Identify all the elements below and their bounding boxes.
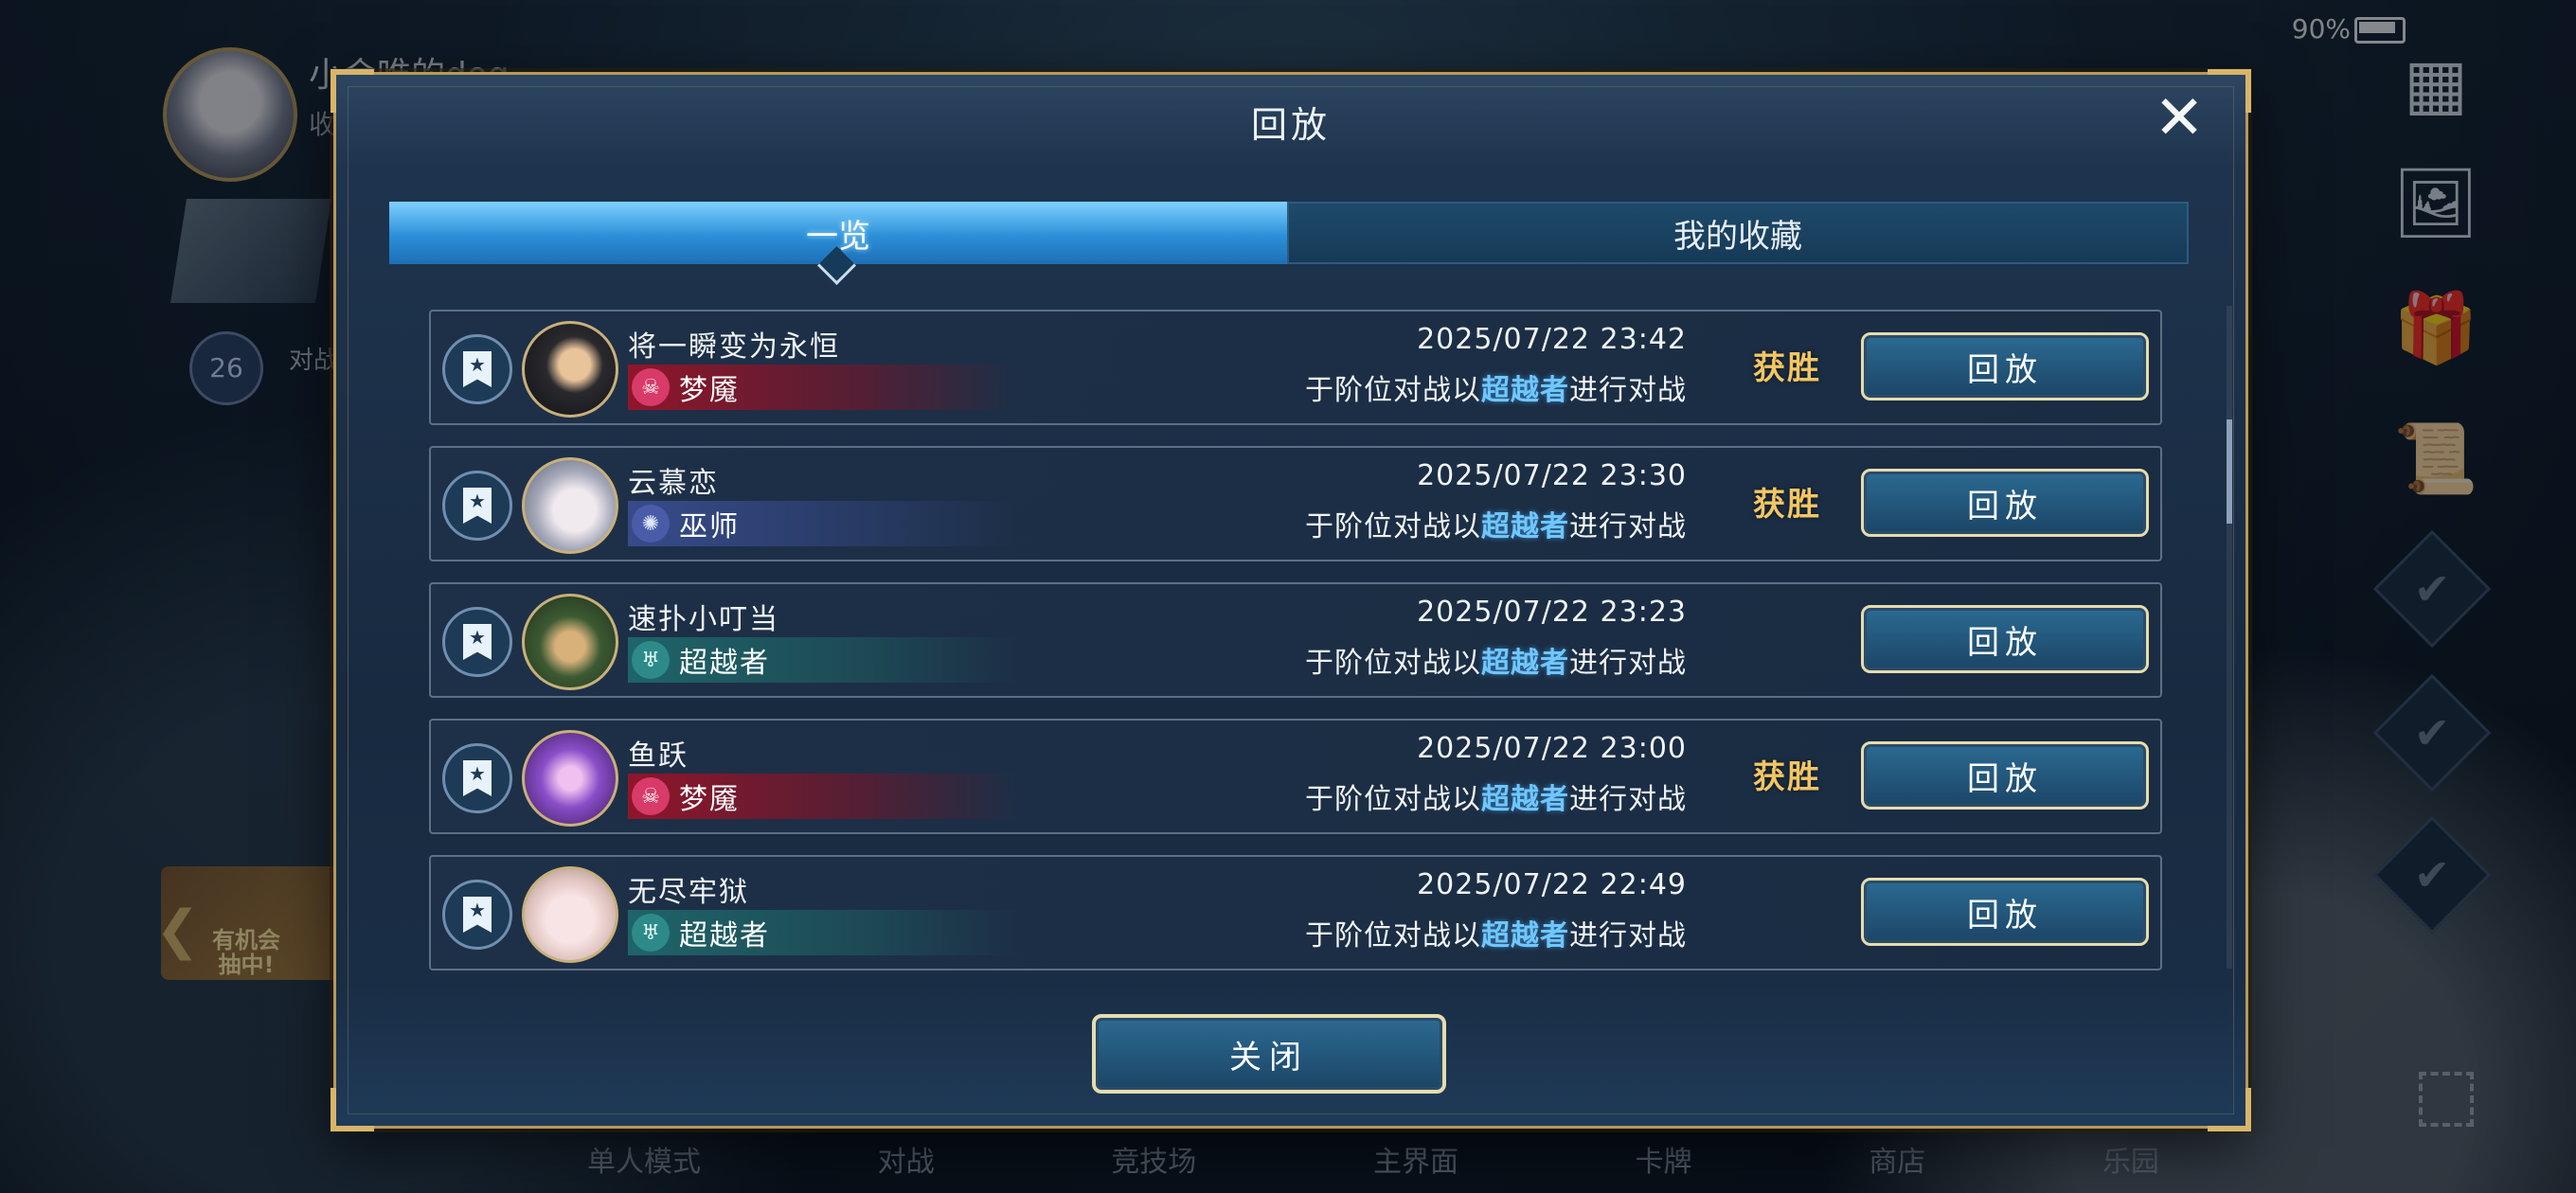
match-list: ★ 将一瞬变为永恒 ☠ 梦魇 2025/07/22 23:42 于阶位对战以超越… [429,310,2162,991]
bookmark-star-icon: ★ [463,624,492,660]
bookmark-star-icon: ★ [463,760,492,796]
nightmare-class-icon: ☠ [632,777,670,815]
mode-suffix: 进行对战 [1569,783,1687,816]
match-date: 2025/07/22 22:49 [1417,868,1687,901]
match-row: ★ 无尽牢狱 ♅ 超越者 2025/07/22 22:49 于阶位对战以超越者进… [429,855,2162,970]
match-date: 2025/07/22 23:42 [1417,323,1687,356]
opponent-name: 无尽牢狱 [628,876,749,909]
transcend-class-icon: ♅ [632,914,670,952]
close-button[interactable]: 关闭 [1092,1014,1446,1094]
my-class: 超越者 [1481,647,1569,680]
match-row: ★ 鱼跃 ☠ 梦魇 2025/07/22 23:00 于阶位对战以超越者进行对战… [429,719,2162,834]
match-description: 于阶位对战以超越者进行对战 [1305,775,1687,817]
match-result: 获胜 [1753,486,1821,524]
match-result: 获胜 [1753,758,1821,796]
opponent-name: 将一瞬变为永恒 [628,330,840,364]
my-class: 超越者 [1481,510,1569,543]
my-class: 超越者 [1481,783,1569,816]
mode-suffix: 进行对战 [1569,647,1687,680]
match-date: 2025/07/22 23:00 [1417,732,1687,765]
mode-suffix: 进行对战 [1569,510,1687,543]
opponent-class-name: 梦魇 [679,374,740,407]
opponent-class-name: 梦魇 [679,783,740,816]
opponent-class-tag: ♅ 超越者 [628,910,1016,955]
replay-button[interactable]: 回放 [1861,878,2149,946]
opponent-avatar [522,457,618,554]
nightmare-class-icon: ☠ [632,368,670,406]
opponent-name: 速扑小叮当 [628,603,779,636]
opponent-class-tag: ✺ 巫师 [628,501,1016,546]
favorite-button[interactable]: ★ [442,880,512,950]
scrollbar[interactable] [2227,306,2232,969]
mode-prefix: 于阶位对战以 [1305,783,1481,816]
match-result: 获胜 [1753,349,1821,387]
transcend-class-icon: ♅ [632,641,670,679]
scrollbar-thumb[interactable] [2227,419,2232,524]
mode-prefix: 于阶位对战以 [1305,510,1481,543]
mode-suffix: 进行对战 [1569,374,1687,407]
opponent-class-tag: ☠ 梦魇 [628,365,1016,410]
mode-suffix: 进行对战 [1569,919,1687,953]
opponent-name: 云慕恋 [628,467,719,500]
favorite-button[interactable]: ★ [442,607,512,677]
match-date: 2025/07/22 23:30 [1417,459,1687,492]
mode-prefix: 于阶位对战以 [1305,374,1481,407]
favorite-button[interactable]: ★ [442,743,512,813]
match-row: ★ 将一瞬变为永恒 ☠ 梦魇 2025/07/22 23:42 于阶位对战以超越… [429,310,2162,425]
match-row: ★ 云慕恋 ✺ 巫师 2025/07/22 23:30 于阶位对战以超越者进行对… [429,446,2162,561]
opponent-class-name: 超越者 [679,919,770,953]
match-description: 于阶位对战以超越者进行对战 [1305,912,1687,953]
match-row: ★ 速扑小叮当 ♅ 超越者 2025/07/22 23:23 于阶位对战以超越者… [429,582,2162,698]
opponent-class-name: 巫师 [679,510,740,543]
close-icon[interactable]: ✕ [2151,88,2208,149]
match-description: 于阶位对战以超越者进行对战 [1305,503,1687,544]
opponent-class-name: 超越者 [679,647,770,680]
replay-button[interactable]: 回放 [1861,741,2149,810]
match-description: 于阶位对战以超越者进行对战 [1305,366,1687,408]
bookmark-star-icon: ★ [463,351,492,387]
mode-prefix: 于阶位对战以 [1305,647,1481,680]
bookmark-star-icon: ★ [463,897,492,933]
mode-prefix: 于阶位对战以 [1305,919,1481,953]
opponent-avatar [522,866,618,963]
my-class: 超越者 [1481,374,1569,407]
opponent-avatar [522,321,618,418]
wizard-class-icon: ✺ [632,505,670,543]
match-date: 2025/07/22 23:23 [1417,596,1687,629]
tab-overview[interactable]: 一览 [389,202,1287,264]
my-class: 超越者 [1481,919,1569,953]
replay-button[interactable]: 回放 [1861,605,2149,673]
dialog-title: 回放 [1250,104,1331,146]
opponent-avatar [522,594,618,690]
favorite-button[interactable]: ★ [442,471,512,541]
replay-button[interactable]: 回放 [1861,332,2149,401]
tab-bar: 一览 我的收藏 [389,202,2189,264]
match-description: 于阶位对战以超越者进行对战 [1305,639,1687,681]
bookmark-star-icon: ★ [463,488,492,524]
favorite-button[interactable]: ★ [442,334,512,404]
tab-favorites[interactable]: 我的收藏 [1287,202,2189,264]
opponent-name: 鱼跃 [628,739,689,773]
opponent-class-tag: ♅ 超越者 [628,637,1016,683]
replay-dialog: 回放 ✕ 一览 我的收藏 ★ 将一瞬变为永恒 ☠ 梦魇 2025/07/22 2… [331,69,2251,1131]
replay-button[interactable]: 回放 [1861,469,2149,537]
opponent-avatar [522,730,618,827]
opponent-class-tag: ☠ 梦魇 [628,774,1016,819]
